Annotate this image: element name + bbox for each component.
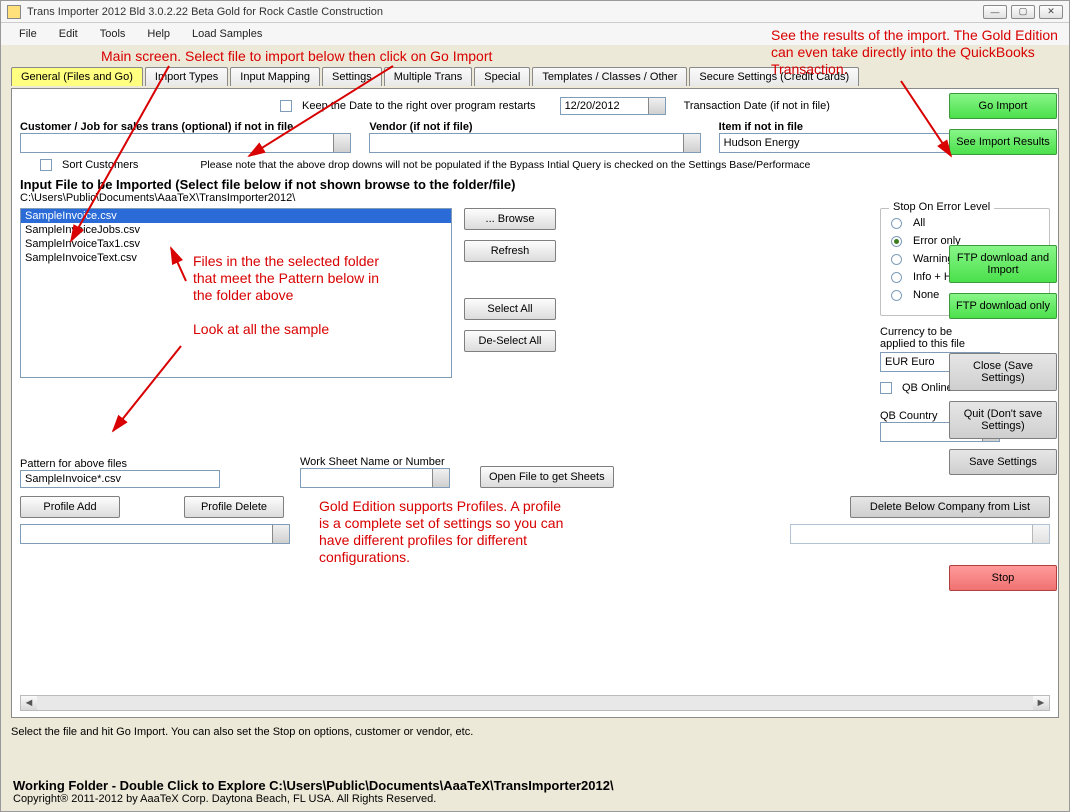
radio-info[interactable] bbox=[891, 272, 902, 283]
transaction-date-label: Transaction Date (if not in file) bbox=[684, 100, 830, 112]
browse-button[interactable]: ... Browse bbox=[464, 208, 556, 230]
title-bar: Trans Importer 2012 Bld 3.0.2.22 Beta Go… bbox=[1, 1, 1069, 23]
tab-templates[interactable]: Templates / Classes / Other bbox=[532, 67, 687, 86]
profile-delete-button[interactable]: Profile Delete bbox=[184, 496, 284, 518]
keep-date-checkbox[interactable] bbox=[280, 100, 292, 112]
transaction-date-picker[interactable]: 12/20/2012 ▼ bbox=[560, 97, 666, 115]
sort-customers-label: Sort Customers bbox=[62, 159, 138, 171]
maximize-icon[interactable]: ▢ bbox=[1011, 5, 1035, 19]
sort-customers-checkbox[interactable] bbox=[40, 159, 52, 171]
tab-general[interactable]: General (Files and Go) bbox=[11, 67, 143, 86]
tab-multiple-trans[interactable]: Multiple Trans bbox=[384, 67, 472, 86]
ftp-download-import-button[interactable]: FTP download and Import bbox=[949, 245, 1057, 283]
horizontal-scrollbar[interactable]: ◄ ► bbox=[20, 695, 1050, 711]
menu-tools[interactable]: Tools bbox=[90, 26, 136, 42]
instruction-line: Select the file and hit Go Import. You c… bbox=[11, 726, 1059, 738]
go-import-button[interactable]: Go Import bbox=[949, 93, 1057, 119]
input-file-heading: Input File to be Imported (Select file b… bbox=[20, 177, 1050, 192]
refresh-button[interactable]: Refresh bbox=[464, 240, 556, 262]
save-settings-button[interactable]: Save Settings bbox=[949, 449, 1057, 475]
menu-help[interactable]: Help bbox=[137, 26, 180, 42]
tab-panel-general: Keep the Date to the right over program … bbox=[11, 88, 1059, 718]
close-icon[interactable]: ✕ bbox=[1039, 5, 1063, 19]
list-item[interactable]: SampleInvoiceJobs.csv bbox=[21, 223, 451, 237]
open-file-sheets-button[interactable]: Open File to get Sheets bbox=[480, 466, 614, 488]
minimize-icon[interactable]: — bbox=[983, 5, 1007, 19]
pattern-label: Pattern for above files bbox=[20, 458, 220, 470]
transaction-date-value: 12/20/2012 bbox=[565, 100, 620, 112]
list-item[interactable]: SampleInvoiceText.csv bbox=[21, 251, 451, 265]
radio-all[interactable] bbox=[891, 218, 902, 229]
list-item[interactable]: SampleInvoice.csv bbox=[21, 209, 451, 223]
radio-label-all: All bbox=[913, 217, 925, 229]
vendor-combo[interactable]: ▼ bbox=[369, 133, 700, 153]
stop-button[interactable]: Stop bbox=[949, 565, 1057, 591]
worksheet-combo[interactable]: ▼ bbox=[300, 468, 450, 488]
radio-warning[interactable] bbox=[891, 254, 902, 265]
quit-no-save-button[interactable]: Quit (Don't save Settings) bbox=[949, 401, 1057, 439]
copyright: Copyright® 2011-2012 by AaaTeX Corp. Day… bbox=[13, 793, 1057, 805]
profile-add-button[interactable]: Profile Add bbox=[20, 496, 120, 518]
window-title: Trans Importer 2012 Bld 3.0.2.22 Beta Go… bbox=[27, 6, 983, 18]
tab-input-mapping[interactable]: Input Mapping bbox=[230, 67, 320, 86]
tab-import-types[interactable]: Import Types bbox=[145, 67, 228, 86]
customer-combo[interactable]: ▼ bbox=[20, 133, 351, 153]
radio-none[interactable] bbox=[891, 290, 902, 301]
menu-bar: File Edit Tools Help Load Samples bbox=[1, 23, 1069, 45]
tab-secure[interactable]: Secure Settings (Credit Cards) bbox=[689, 67, 859, 86]
scroll-left-icon[interactable]: ◄ bbox=[21, 696, 37, 710]
footer: Working Folder - Double Click to Explore… bbox=[13, 778, 1057, 805]
close-save-button[interactable]: Close (Save Settings) bbox=[949, 353, 1057, 391]
side-actions: Go Import See Import Results FTP downloa… bbox=[949, 93, 1057, 591]
tab-bar: General (Files and Go) Import Types Inpu… bbox=[11, 67, 1059, 86]
customer-label: Customer / Job for sales trans (optional… bbox=[20, 121, 351, 133]
main-window: Trans Importer 2012 Bld 3.0.2.22 Beta Go… bbox=[0, 0, 1070, 812]
menu-load-samples[interactable]: Load Samples bbox=[182, 26, 272, 42]
currency-value: EUR Euro bbox=[885, 356, 935, 368]
bypass-note: Please note that the above drop downs wi… bbox=[200, 159, 810, 171]
keep-date-label: Keep the Date to the right over program … bbox=[302, 100, 536, 112]
list-item[interactable]: SampleInvoiceTax1.csv bbox=[21, 237, 451, 251]
annotation-main-screen: Main screen. Select file to import below… bbox=[101, 48, 492, 65]
scroll-right-icon[interactable]: ► bbox=[1033, 696, 1049, 710]
deselect-all-button[interactable]: De-Select All bbox=[464, 330, 556, 352]
profile-select-combo[interactable]: ▼ bbox=[20, 524, 290, 544]
menu-file[interactable]: File bbox=[9, 26, 47, 42]
radio-label-none: None bbox=[913, 289, 939, 301]
app-icon bbox=[7, 5, 21, 19]
pattern-input[interactable] bbox=[20, 470, 220, 488]
working-folder[interactable]: Working Folder - Double Click to Explore… bbox=[13, 778, 1057, 793]
menu-edit[interactable]: Edit bbox=[49, 26, 88, 42]
files-list[interactable]: SampleInvoice.csv SampleInvoiceJobs.csv … bbox=[20, 208, 452, 378]
ftp-download-only-button[interactable]: FTP download only bbox=[949, 293, 1057, 319]
item-value: Hudson Energy bbox=[724, 137, 800, 149]
client-area: General (Files and Go) Import Types Inpu… bbox=[11, 67, 1059, 771]
radio-error-only[interactable] bbox=[891, 236, 902, 247]
tab-special[interactable]: Special bbox=[474, 67, 530, 86]
worksheet-label: Work Sheet Name or Number bbox=[300, 456, 450, 468]
vendor-label: Vendor (if not if file) bbox=[369, 121, 700, 133]
see-results-button[interactable]: See Import Results bbox=[949, 129, 1057, 155]
tab-settings[interactable]: Settings bbox=[322, 67, 382, 86]
select-all-button[interactable]: Select All bbox=[464, 298, 556, 320]
qb-online-checkbox[interactable] bbox=[880, 382, 892, 394]
